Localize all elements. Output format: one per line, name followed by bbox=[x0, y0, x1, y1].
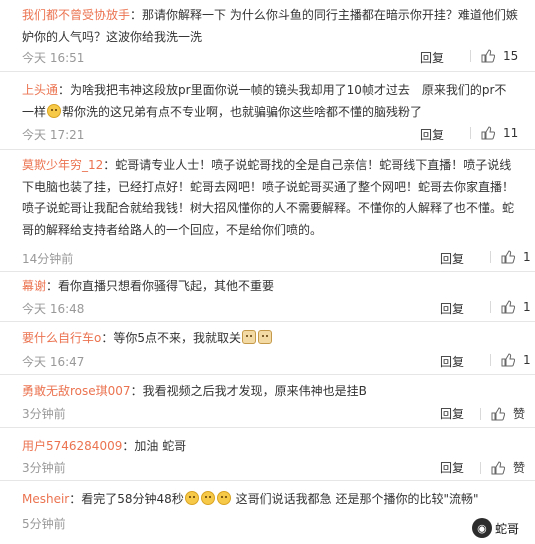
comment-body: 用户5746284009：加油 蛇哥 bbox=[22, 436, 518, 458]
comment-text-continued: 帮你洗的这兄弟有点不专业啊，也就骗骗你这些啥都不懂的脑残粉了 bbox=[62, 104, 423, 119]
comment-item: 上头通：为啥我把韦神这段放pr里面你说一帧的镜头我却用了10帧才过去 原来我们的… bbox=[0, 72, 535, 150]
comment-text: ：看完了58分钟48秒 bbox=[69, 492, 184, 506]
comment-username[interactable]: 用户5746284009 bbox=[22, 439, 122, 453]
like-count: 赞 bbox=[513, 407, 526, 421]
cat-emoji-icon bbox=[257, 330, 272, 344]
like-count: 1 bbox=[523, 353, 531, 367]
comment-text: ：我看视频之后我才发现，原来伟神也是挂B bbox=[130, 384, 367, 398]
thumbs-up-icon bbox=[481, 49, 495, 63]
comment-text-continued: 这哥们说话我都急 还是那个播你的比较"流畅" bbox=[235, 492, 479, 506]
divider bbox=[480, 461, 481, 474]
divider bbox=[470, 127, 471, 139]
reply-label: 回复 bbox=[420, 128, 445, 142]
reply-button[interactable]: 回复 bbox=[420, 49, 444, 66]
divider bbox=[490, 354, 491, 366]
reply-label: 回复 bbox=[440, 407, 465, 421]
thumbs-up-icon bbox=[501, 353, 515, 367]
laughing-emoji-icon bbox=[216, 491, 231, 505]
comment-item: 勇敢无敌rose琪007：我看视频之后我才发现，原来伟神也是挂B 3分钟前 回复… bbox=[0, 375, 535, 428]
like-button[interactable]: 赞 bbox=[480, 405, 525, 422]
like-count: 11 bbox=[503, 126, 519, 140]
comment-time: 3分钟前 bbox=[22, 407, 66, 421]
reply-label: 回复 bbox=[440, 252, 465, 266]
like-button[interactable]: 1 bbox=[490, 250, 531, 264]
like-button[interactable]: 赞 bbox=[480, 459, 525, 476]
comment-text: ：加油 蛇哥 bbox=[122, 439, 187, 453]
comment-item: 要什么自行车o：等你5点不来，我就取关 今天 16:47 回复 1 bbox=[0, 322, 535, 375]
comment-item: 莫欺少年穷_12：蛇哥请专业人士！喷子说蛇哥找的全是自己亲信！蛇哥线下直播！喷子… bbox=[0, 150, 535, 272]
thumbs-up-icon bbox=[501, 250, 515, 264]
like-button[interactable]: 15 bbox=[470, 49, 518, 63]
comment-username[interactable]: 要什么自行车o bbox=[22, 331, 101, 345]
comment-body: Mesheir：看完了58分钟48秒 这哥们说话我都急 还是那个播你的比较"流畅… bbox=[22, 489, 518, 511]
comment-text: ：等你5点不来，我就取关 bbox=[101, 331, 241, 345]
reply-button[interactable]: 回复 bbox=[440, 250, 464, 267]
watermark: ◉ 蛇哥 bbox=[471, 518, 519, 538]
thumbs-up-icon bbox=[491, 460, 505, 475]
divider bbox=[470, 50, 471, 62]
reply-label: 回复 bbox=[440, 461, 465, 475]
comment-time: 今天 16:47 bbox=[22, 355, 85, 369]
comment-time: 5分钟前 bbox=[22, 517, 66, 531]
comment-body: 莫欺少年穷_12：蛇哥请专业人士！喷子说蛇哥找的全是自己亲信！蛇哥线下直播！喷子… bbox=[22, 155, 518, 241]
divider bbox=[490, 301, 491, 313]
comment-time: 今天 16:48 bbox=[22, 302, 85, 316]
comment-body: 幕谢：看你直播只想看你骚得飞起，其他不重要 bbox=[22, 276, 518, 298]
comment-item: 我们都不曾受协放手：那请你解释一下 为什么你斗鱼的同行主播都在暗示你开挂？难道他… bbox=[0, 0, 535, 72]
comment-item: Mesheir：看完了58分钟48秒 这哥们说话我都急 还是那个播你的比较"流畅… bbox=[0, 481, 535, 544]
like-count: 15 bbox=[503, 49, 519, 63]
comment-list: 我们都不曾受协放手：那请你解释一下 为什么你斗鱼的同行主播都在暗示你开挂？难道他… bbox=[0, 0, 535, 544]
smiley-emoji-icon bbox=[47, 103, 62, 118]
comment-time: 今天 16:51 bbox=[22, 51, 85, 65]
reply-label: 回复 bbox=[420, 51, 445, 65]
comment-time: 3分钟前 bbox=[22, 461, 66, 475]
comment-username[interactable]: Mesheir bbox=[22, 492, 69, 506]
comment-time: 今天 17:21 bbox=[22, 128, 85, 142]
watermark-logo-icon: ◉ bbox=[471, 518, 492, 538]
reply-label: 回复 bbox=[440, 302, 465, 316]
comment-username[interactable]: 我们都不曾受协放手 bbox=[22, 8, 130, 22]
reply-button[interactable]: 回复 bbox=[440, 353, 464, 370]
comment-body: 勇敢无敌rose琪007：我看视频之后我才发现，原来伟神也是挂B bbox=[22, 381, 518, 403]
divider bbox=[480, 407, 481, 420]
comment-username[interactable]: 上头通 bbox=[22, 83, 58, 97]
comment-body: 要什么自行车o：等你5点不来，我就取关 bbox=[22, 328, 518, 350]
comment-body: 上头通：为啥我把韦神这段放pr里面你说一帧的镜头我却用了10帧才过去 原来我们的… bbox=[22, 80, 518, 123]
like-button[interactable]: 1 bbox=[490, 353, 531, 367]
comment-body: 我们都不曾受协放手：那请你解释一下 为什么你斗鱼的同行主播都在暗示你开挂？难道他… bbox=[22, 5, 518, 48]
comment-time: 14分钟前 bbox=[22, 252, 74, 266]
comment-text: ：看你直播只想看你骚得飞起，其他不重要 bbox=[46, 279, 275, 293]
like-button[interactable]: 11 bbox=[470, 126, 518, 140]
comment-item: 幕谢：看你直播只想看你骚得飞起，其他不重要 今天 16:48 回复 1 bbox=[0, 272, 535, 322]
divider bbox=[490, 251, 491, 263]
comment-username[interactable]: 莫欺少年穷_12 bbox=[22, 158, 103, 172]
reply-button[interactable]: 回复 bbox=[420, 126, 444, 143]
thumbs-up-icon bbox=[481, 126, 495, 140]
like-count: 赞 bbox=[513, 461, 526, 475]
reply-button[interactable]: 回复 bbox=[440, 405, 464, 422]
like-button[interactable]: 1 bbox=[490, 300, 531, 314]
reply-button[interactable]: 回复 bbox=[440, 459, 464, 476]
comment-item: 用户5746284009：加油 蛇哥 3分钟前 回复 赞 bbox=[0, 428, 535, 481]
thumbs-up-icon bbox=[491, 406, 505, 421]
comment-username[interactable]: 勇敢无敌rose琪007 bbox=[22, 384, 131, 398]
laughing-emoji-icon bbox=[200, 491, 215, 505]
comment-username[interactable]: 幕谢 bbox=[22, 279, 46, 293]
reply-button[interactable]: 回复 bbox=[440, 300, 464, 317]
reply-label: 回复 bbox=[440, 355, 465, 369]
watermark-text: 蛇哥 bbox=[494, 521, 519, 536]
thumbs-up-icon bbox=[501, 300, 515, 314]
like-count: 1 bbox=[523, 300, 531, 314]
cat-emoji-icon bbox=[241, 330, 256, 344]
laughing-emoji-icon bbox=[184, 491, 199, 505]
like-count: 1 bbox=[523, 250, 531, 264]
